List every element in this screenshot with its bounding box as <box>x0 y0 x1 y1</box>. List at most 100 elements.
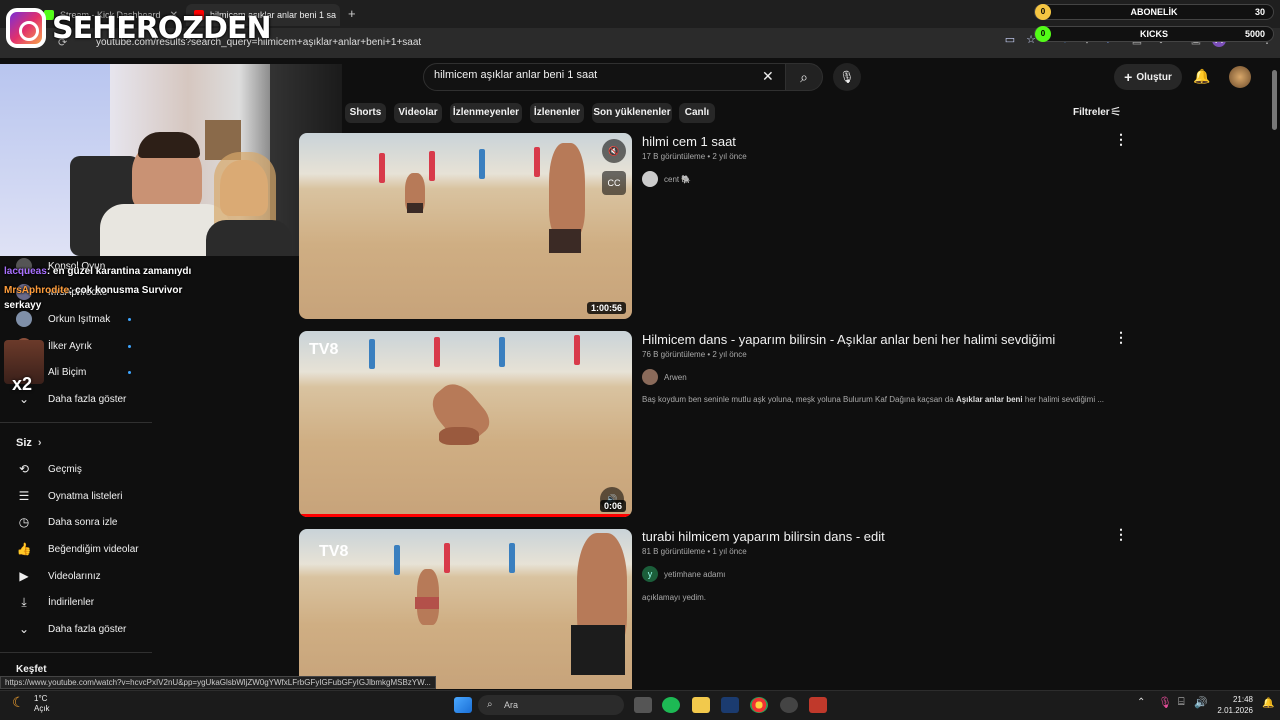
microphone-icon: 🎙 <box>839 70 855 84</box>
weather-widget[interactable]: 1°C Açık <box>34 694 50 714</box>
download-icon: ⤓ <box>21 594 27 609</box>
mic-tray-icon[interactable]: 🎙 <box>1158 696 1172 709</box>
obs-icon[interactable] <box>780 697 798 713</box>
filters-button[interactable]: Filtreler <box>1073 107 1110 118</box>
flag-red <box>434 337 440 367</box>
upload-age: 2 yıl önce <box>712 152 747 161</box>
clear-search-icon[interactable]: ✕ <box>762 68 774 85</box>
chat-message: lacqueas: en güzel karantina zamanıydı <box>4 266 191 277</box>
file-explorer-icon[interactable] <box>692 697 710 713</box>
sidebar-item-label: Daha fazla göster <box>48 623 127 635</box>
notifications-bell-icon[interactable]: 🔔 <box>1193 68 1210 85</box>
video-thumbnail[interactable]: 🔇 CC 1:00:56 <box>299 133 632 319</box>
sidebar-item-label: Daha fazla göster <box>48 393 127 405</box>
create-button[interactable]: + Oluştur <box>1114 64 1182 90</box>
channel-link[interactable]: Arwen <box>642 369 687 385</box>
channel-avatar: y <box>642 566 658 582</box>
spotify-icon[interactable] <box>662 697 680 713</box>
view-count: 81 B görüntüleme <box>642 547 706 556</box>
dancer-figure <box>439 427 479 445</box>
sidebar-item-liked-videos[interactable]: 👍 Beğendiğim videolar <box>0 536 160 562</box>
video-title[interactable]: Hilmicem dans - yaparım bilirsin - Aşıkl… <box>642 332 1055 347</box>
chevron-down-icon: ⌄ <box>18 622 30 636</box>
chip-videos[interactable]: Videolar <box>394 103 442 123</box>
chat-username: lacqueas <box>4 266 47 277</box>
notification-icon[interactable]: 🔔 <box>1262 698 1274 709</box>
kicks-goal-bar: 0 KICKS 5000 <box>1034 26 1274 42</box>
sidebar-item-watch-later[interactable]: ◷ Daha sonra izle <box>0 509 160 535</box>
video-title[interactable]: turabi hilmicem yaparım bilirsin dans - … <box>642 529 885 544</box>
tv8-logo-icon: TV8 <box>309 341 339 358</box>
steam-icon[interactable] <box>721 697 739 713</box>
sidebar-item-history[interactable]: ⟲ Geçmiş <box>0 456 160 482</box>
guest-shirt <box>206 220 292 256</box>
chat-text: : en güzel karantina zamanıydı <box>46 266 192 277</box>
sidebar-item-downloads[interactable]: ⤓ İndirilenler <box>0 589 160 615</box>
link-hover-status: https://www.youtube.com/watch?v=hcvcPxIV… <box>0 676 436 689</box>
sidebar-item-label: Ali Biçim <box>48 366 87 378</box>
taskbar-search[interactable]: ⌕ Ara <box>478 695 624 715</box>
channel-link[interactable]: cent 🐘 <box>642 171 691 187</box>
tray-chevron-icon[interactable]: ⌃ <box>1137 697 1145 708</box>
captions-icon[interactable]: CC <box>602 171 626 195</box>
page-scrollbar[interactable] <box>1272 64 1278 684</box>
video-description: açıklamayı yedim. <box>642 593 707 602</box>
flag-red <box>379 153 385 183</box>
scrollbar-thumb[interactable] <box>1272 70 1277 130</box>
goal-value: 30 <box>1254 7 1265 17</box>
description-highlight: Aşıklar anlar beni <box>955 395 1023 404</box>
install-app-icon[interactable]: ▭ <box>1003 33 1017 47</box>
watch-later-icon: ◷ <box>18 515 30 529</box>
search-query-text[interactable]: hilmicem aşıklar anlar beni 1 saat <box>434 69 597 81</box>
video-title[interactable]: hilmi cem 1 saat <box>642 134 736 149</box>
chip-unwatched[interactable]: İzlenmeyenler <box>450 103 522 123</box>
create-label: Oluştur <box>1136 71 1172 83</box>
network-icon[interactable]: ⌸ <box>1178 696 1185 709</box>
flag-red <box>429 151 435 181</box>
chrome-icon[interactable] <box>750 697 768 713</box>
task-view-icon[interactable] <box>634 697 652 713</box>
chip-shorts[interactable]: Shorts <box>345 103 386 123</box>
date: 2.01.2026 <box>1217 706 1253 715</box>
search-icon: ⌕ <box>800 69 808 85</box>
search-button[interactable]: ⌕ <box>785 63 823 91</box>
view-count: 76 B görüntüleme <box>642 350 706 359</box>
voice-search-button[interactable]: 🎙 <box>833 63 861 91</box>
sidebar-item-your-videos[interactable]: ▶ Videolarınız <box>0 563 160 589</box>
app-icon[interactable] <box>809 697 827 713</box>
channel-link[interactable]: y yetimhane adamı <box>642 566 725 582</box>
account-avatar[interactable] <box>1229 66 1251 88</box>
time: 21:48 <box>1232 695 1253 704</box>
sidebar-section-explore[interactable]: Keşfet <box>16 664 47 675</box>
taskbar-clock[interactable]: 21:48 2.01.2026 <box>1215 694 1253 716</box>
sidebar-item-playlists[interactable]: ☰ Oynatma listeleri <box>0 483 160 509</box>
new-tab-button[interactable]: + <box>348 6 356 21</box>
chip-recently-uploaded[interactable]: Son yüklenenler <box>592 103 672 123</box>
tv8-logo-icon: TV8 <box>319 543 349 560</box>
speaker-icon[interactable]: 🔊 <box>1194 696 1208 709</box>
webcam-feed <box>0 64 342 256</box>
runner-shorts <box>407 203 423 213</box>
video-thumbnail[interactable]: TV8 <box>299 529 632 689</box>
chip-watched[interactable]: İzlenenler <box>530 103 584 123</box>
more-actions-icon[interactable]: ⋮ <box>1114 526 1128 543</box>
sidebar-show-more-you[interactable]: ⌄ Daha fazla göster <box>0 616 160 642</box>
goal-label: ABONELİK <box>1130 7 1178 17</box>
video-thumbnail[interactable]: TV8 🔊 0:06 <box>299 331 632 517</box>
sidebar-item-label: İndirilenler <box>48 596 95 608</box>
mute-icon[interactable]: 🔇 <box>602 139 626 163</box>
more-actions-icon[interactable]: ⋮ <box>1114 329 1128 346</box>
runner-figure <box>549 143 585 239</box>
weather-icon[interactable]: ☾ <box>12 694 25 711</box>
windows-start-icon[interactable] <box>454 697 472 713</box>
live-dot <box>128 317 131 321</box>
history-icon: ⟲ <box>18 462 30 476</box>
playlist-icon: ☰ <box>18 489 30 503</box>
sidebar-section-you[interactable]: Siz › <box>0 430 160 456</box>
chip-live[interactable]: Canlı <box>679 103 715 123</box>
more-actions-icon[interactable]: ⋮ <box>1114 131 1128 148</box>
chat-text: : çok konusma Survivor <box>69 285 183 296</box>
filters-sliders-icon[interactable]: ⚟ <box>1110 104 1122 120</box>
video-duration: 0:06 <box>599 500 626 512</box>
flag-blue <box>509 543 515 573</box>
